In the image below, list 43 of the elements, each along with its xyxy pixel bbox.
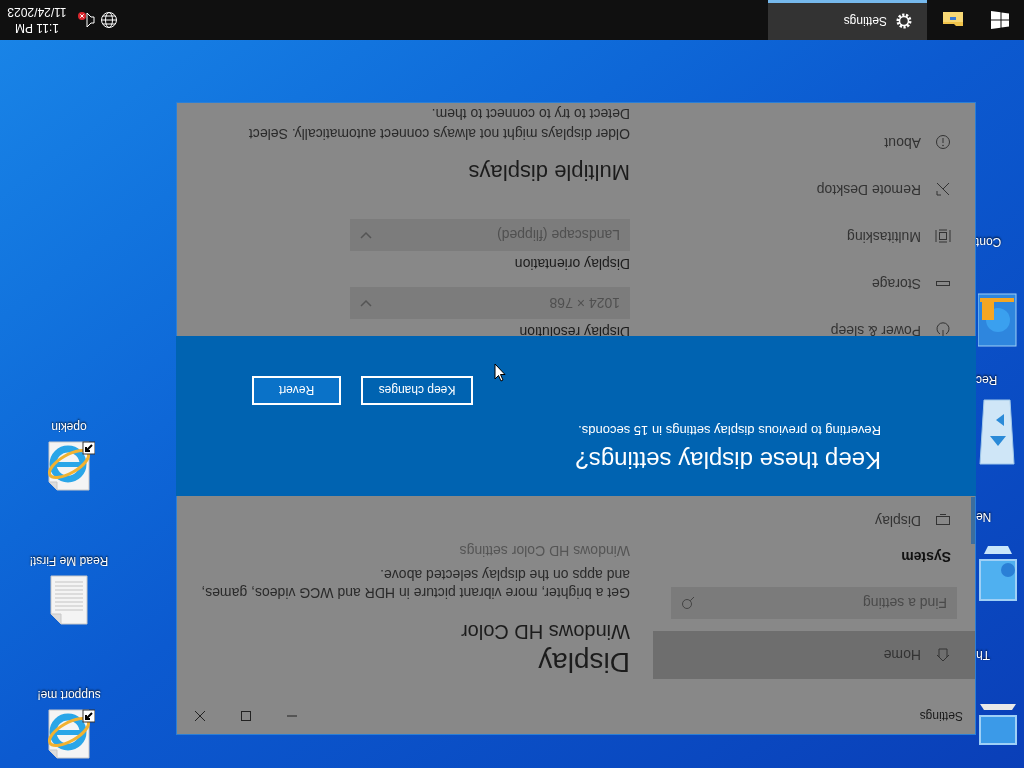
remote-desktop-icon [935,181,951,198]
sidebar-item[interactable]: About [653,119,975,166]
dialog-title: Keep these display settings? [574,446,881,475]
dialog-message: Reverting to previous display settings in 15 seconds. [577,422,881,439]
dialog-button[interactable]: Revert [252,376,341,405]
sidebar-item[interactable]: Multitasking [653,213,975,260]
control-panel-icon [978,290,1018,350]
desktop-icon-label[interactable]: Cont [976,233,1002,251]
description-text: Older displays might not always connect automatically. Select Detect to try to connect to them. [247,105,630,144]
mouse-cursor-icon [494,363,506,382]
folder-icon [942,11,964,29]
sidebar-item[interactable]: Remote Desktop [653,166,975,213]
description-text: Get a brighter, more vibrant picture in HDR and WCG videos, games, and apps on the display selected above. [200,566,630,602]
info-icon [935,134,951,151]
desktop-icon-label[interactable]: support me! [37,686,101,704]
gear-icon [895,12,913,31]
search-icon [681,596,695,610]
windows-logo-icon [991,11,1009,29]
sidebar-item[interactable]: Power & sleep [653,307,975,354]
storage-icon [935,280,951,287]
multitasking-icon [935,228,951,245]
desktop-icon-label[interactable]: Read Me First! [29,552,109,570]
section-heading: Windows HD Color [460,620,630,644]
field-label: Display orientation [513,255,630,273]
section-heading: Multiple displays [467,159,630,186]
page-title: Display [537,646,630,679]
desktop-icon-label[interactable]: opekin [51,418,87,436]
chevron-down-icon [360,231,372,239]
window-title: Settings [919,708,963,726]
home-icon [935,647,951,663]
desktop-icon-label[interactable]: Ne [976,508,992,526]
desktop-icon-label[interactable]: Rec [976,371,998,389]
dialog-button[interactable]: Keep changes [361,376,473,405]
desktop-icon-label[interactable]: Th [976,646,990,664]
taskbar-button[interactable]: Settings [768,0,927,40]
speaker-icon[interactable] [76,11,96,29]
home-nav-item[interactable]: Home [653,631,975,679]
section-heading: System [900,548,951,567]
chevron-down-icon [360,299,372,307]
sidebar-item[interactable]: Storage [653,260,975,307]
power-icon [935,322,951,339]
clock[interactable]: 1:11 PM 11/24/2023 [6,4,68,36]
globe-icon[interactable] [100,11,118,29]
